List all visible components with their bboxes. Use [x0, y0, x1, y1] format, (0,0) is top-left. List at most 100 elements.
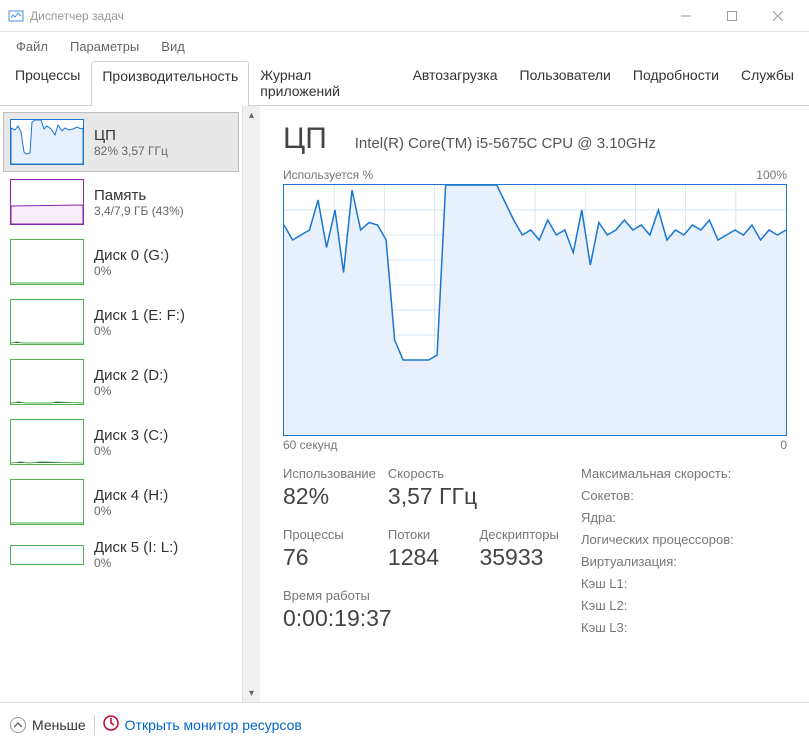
maximize-button[interactable]	[709, 1, 755, 31]
tab-processes[interactable]: Процессы	[4, 60, 91, 105]
stat-value: 0:00:19:37	[283, 605, 559, 632]
stat-speed: Скорость 3,57 ГГц	[388, 466, 559, 513]
cpu-name: Intel(R) Core(TM) i5-5675C CPU @ 3.10GHz	[355, 135, 656, 152]
graph-x-left: 60 секунд	[283, 438, 337, 452]
stat-usage: Использование 82%	[283, 466, 376, 513]
main-header: ЦП Intel(R) Core(TM) i5-5675C CPU @ 3.10…	[283, 122, 787, 156]
sidebar-title-memory: Память	[94, 187, 184, 204]
stat-label: Скорость	[388, 466, 559, 481]
resource-monitor-icon	[103, 715, 119, 734]
mini-graph-disk	[10, 419, 84, 465]
open-resource-monitor-link[interactable]: Открыть монитор ресурсов	[103, 715, 302, 734]
fewer-label: Меньше	[32, 717, 86, 733]
tab-bar: Процессы Производительность Журнал прило…	[0, 60, 809, 106]
sidebar-label: Диск 2 (D:) 0%	[94, 367, 168, 398]
info-logical: Логических процессоров:	[581, 532, 787, 547]
info-l1: Кэш L1:	[581, 576, 787, 591]
stat-processes: Процессы 76	[283, 527, 376, 574]
sidebar-title-disk0: Диск 0 (G:)	[94, 247, 169, 264]
sidebar-title-disk2: Диск 2 (D:)	[94, 367, 168, 384]
minimize-button[interactable]	[663, 1, 709, 31]
mini-graph-disk	[10, 479, 84, 525]
mini-graph-cpu	[10, 119, 84, 165]
stat-label: Время работы	[283, 588, 559, 603]
stat-threads: Потоки 1284	[388, 527, 468, 574]
stat-label: Процессы	[283, 527, 376, 542]
stats-area: Использование 82% Скорость 3,57 ГГц Проц…	[283, 466, 787, 635]
sidebar-item-disk4[interactable]: Диск 4 (H:) 0%	[3, 472, 239, 532]
tab-services[interactable]: Службы	[730, 60, 805, 105]
sidebar-label: Диск 3 (C:) 0%	[94, 427, 168, 458]
sidebar-title-disk3: Диск 3 (C:)	[94, 427, 168, 444]
main-panel: ЦП Intel(R) Core(TM) i5-5675C CPU @ 3.10…	[261, 106, 809, 702]
window-controls	[663, 1, 801, 31]
content-area: ЦП 82% 3,57 ГГц Память 3,4/7,9 ГБ (43%)	[0, 106, 809, 702]
sidebar-item-disk1[interactable]: Диск 1 (E: F:) 0%	[3, 292, 239, 352]
tab-users[interactable]: Пользователи	[509, 60, 622, 105]
stats-left: Использование 82% Скорость 3,57 ГГц Проц…	[283, 466, 559, 635]
stat-value: 76	[283, 544, 376, 571]
mini-graph-disk	[10, 239, 84, 285]
chevron-up-icon	[10, 717, 26, 733]
titlebar: Диспетчер задач	[0, 0, 809, 32]
main-title: ЦП	[283, 122, 327, 156]
sidebar-sub-disk0: 0%	[94, 264, 169, 278]
cpu-usage-graph	[283, 184, 787, 436]
menu-view[interactable]: Вид	[151, 35, 195, 58]
sidebar: ЦП 82% 3,57 ГГц Память 3,4/7,9 ГБ (43%)	[0, 106, 261, 702]
menu-file[interactable]: Файл	[6, 35, 58, 58]
graph-y-label: Используется %	[283, 168, 373, 182]
resource-monitor-label: Открыть монитор ресурсов	[125, 717, 302, 733]
graph-x-right: 0	[780, 438, 787, 452]
tab-app-history[interactable]: Журнал приложений	[249, 60, 401, 105]
sidebar-sub-disk1: 0%	[94, 324, 185, 338]
info-virt: Виртуализация:	[581, 554, 787, 569]
menu-params[interactable]: Параметры	[60, 35, 149, 58]
sidebar-title-cpu: ЦП	[94, 127, 168, 144]
sidebar-label: Диск 4 (H:) 0%	[94, 487, 168, 518]
sidebar-label: Диск 5 (I: L:) 0%	[94, 539, 178, 570]
sidebar-item-memory[interactable]: Память 3,4/7,9 ГБ (43%)	[3, 172, 239, 232]
stat-value: 3,57 ГГц	[388, 483, 559, 510]
footer-separator	[94, 715, 95, 735]
fewer-details-button[interactable]: Меньше	[10, 717, 86, 733]
stat-uptime: Время работы 0:00:19:37	[283, 588, 559, 635]
scroll-thumb[interactable]	[243, 124, 260, 684]
mini-graph-disk	[10, 359, 84, 405]
sidebar-label: Диск 1 (E: F:) 0%	[94, 307, 185, 338]
mini-graph-memory	[10, 179, 84, 225]
sidebar-item-disk0[interactable]: Диск 0 (G:) 0%	[3, 232, 239, 292]
sidebar-sub-disk2: 0%	[94, 384, 168, 398]
sidebar-item-disk2[interactable]: Диск 2 (D:) 0%	[3, 352, 239, 412]
graph-bottom-labels: 60 секунд 0	[283, 438, 787, 452]
sidebar-title-disk5: Диск 5 (I: L:)	[94, 539, 178, 556]
close-button[interactable]	[755, 1, 801, 31]
sidebar-title-disk4: Диск 4 (H:)	[94, 487, 168, 504]
stat-value: 82%	[283, 483, 376, 510]
tab-startup[interactable]: Автозагрузка	[402, 60, 509, 105]
sidebar-sub-cpu: 82% 3,57 ГГц	[94, 144, 168, 158]
graph-top-labels: Используется % 100%	[283, 168, 787, 182]
sidebar-item-disk5[interactable]: Диск 5 (I: L:) 0%	[3, 532, 239, 577]
mini-graph-disk	[10, 545, 84, 565]
sidebar-label: Диск 0 (G:) 0%	[94, 247, 169, 278]
sidebar-sub-memory: 3,4/7,9 ГБ (43%)	[94, 204, 184, 218]
tab-performance[interactable]: Производительность	[91, 61, 249, 106]
stat-value: 35933	[479, 544, 559, 571]
sidebar-scrollbar[interactable]: ▴ ▾	[242, 106, 260, 702]
scroll-down-icon[interactable]: ▾	[243, 684, 260, 702]
menubar: Файл Параметры Вид	[0, 32, 809, 60]
scroll-up-icon[interactable]: ▴	[243, 106, 260, 124]
sidebar-item-cpu[interactable]: ЦП 82% 3,57 ГГц	[3, 112, 239, 172]
graph-y-max: 100%	[756, 168, 787, 182]
tab-details[interactable]: Подробности	[622, 60, 730, 105]
footer: Меньше Открыть монитор ресурсов	[0, 702, 809, 746]
sidebar-sub-disk3: 0%	[94, 444, 168, 458]
info-max-speed: Максимальная скорость:	[581, 466, 787, 481]
sidebar-item-disk3[interactable]: Диск 3 (C:) 0%	[3, 412, 239, 472]
sidebar-sub-disk4: 0%	[94, 504, 168, 518]
info-l3: Кэш L3:	[581, 620, 787, 635]
stat-value: 1284	[388, 544, 468, 571]
sidebar-sub-disk5: 0%	[94, 556, 178, 570]
info-l2: Кэш L2:	[581, 598, 787, 613]
